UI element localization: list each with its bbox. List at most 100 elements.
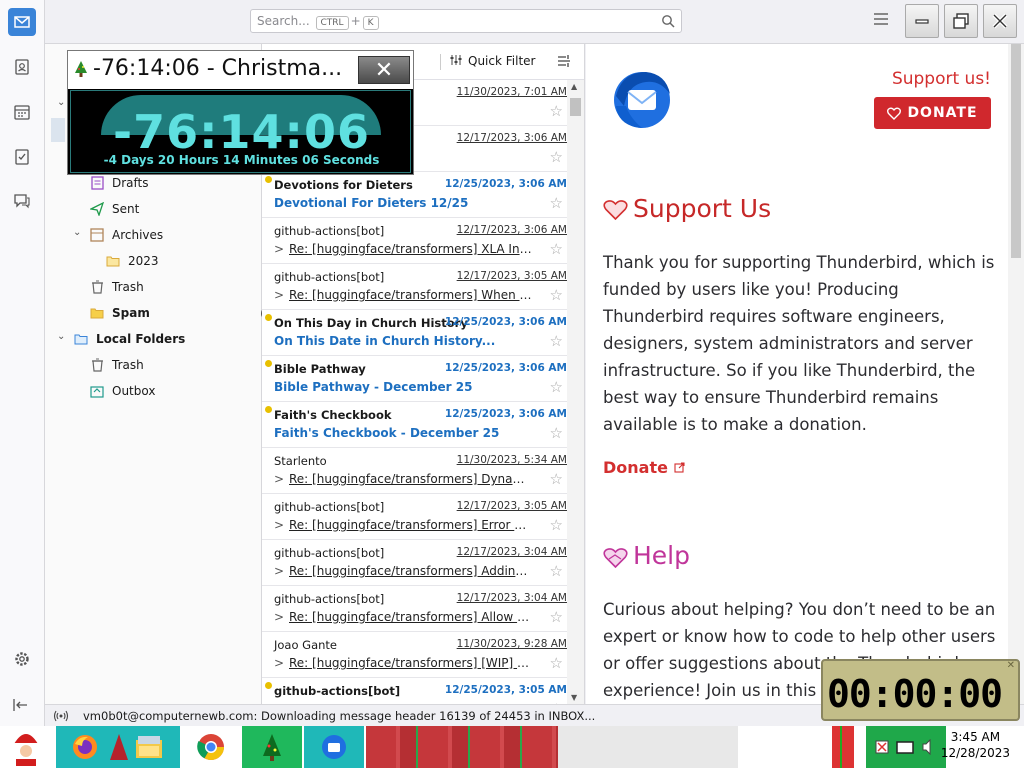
message-subject: Faith's Checkbook - December 25 <box>274 426 532 440</box>
folder-outbox[interactable]: Outbox <box>90 379 155 403</box>
message-row[interactable]: github-actions[bot] 12/17/2023, 3:05 AM > R… <box>262 264 567 310</box>
speaker-icon[interactable] <box>922 739 936 755</box>
santa-icon <box>13 731 41 766</box>
firefox-icon[interactable] <box>70 732 100 762</box>
star-icon[interactable]: ☆ <box>550 148 563 166</box>
file-explorer-icon[interactable] <box>134 732 164 762</box>
star-icon[interactable]: ☆ <box>550 286 563 304</box>
christmas-tree-icon <box>75 61 87 77</box>
message-row[interactable]: Bible Pathway 12/25/2023, 3:06 AM Bible Pa… <box>262 356 567 402</box>
message-row[interactable]: Starlento 11/30/2023, 5:34 AM > Re: [huggin… <box>262 448 567 494</box>
restore-icon <box>953 13 969 29</box>
star-icon[interactable]: ☆ <box>550 378 563 396</box>
countdown-titlebar[interactable]: -76:14:06 - Christma... ✕ <box>68 51 413 89</box>
message-sender: Devotions for Dieters <box>274 178 413 192</box>
folder-trash[interactable]: Trash <box>90 275 144 299</box>
countdown-taskbar-button[interactable] <box>242 726 302 768</box>
scroll-thumb[interactable] <box>570 98 581 116</box>
minimize-button[interactable] <box>905 4 939 38</box>
message-subject-text: Re: [huggingface/transformers] Dynamic..… <box>289 472 532 486</box>
countdown-window[interactable]: -76:14:06 - Christma... ✕ -76:14:06 -4 D… <box>67 50 414 175</box>
message-row[interactable]: github-actions[bot] 12/17/2023, 3:06 AM > R… <box>262 218 567 264</box>
chrome-taskbar-button[interactable] <box>188 726 234 768</box>
message-row[interactable]: Faith's Checkbook 12/25/2023, 3:06 AM Fait… <box>262 402 567 448</box>
message-row[interactable]: github-actions[bot] 12/17/2023, 3:04 AM > R… <box>262 586 567 632</box>
folder-spam[interactable]: Spam 521 <box>90 301 292 325</box>
quick-filter-button[interactable]: Quick Filter <box>450 54 535 68</box>
scroll-thumb[interactable] <box>1011 44 1021 258</box>
mail-space-button[interactable] <box>8 8 36 36</box>
settings-button[interactable] <box>8 645 36 673</box>
message-sender: github-actions[bot] <box>274 224 385 238</box>
folder-local-trash[interactable]: Trash <box>90 353 144 377</box>
folder-2023[interactable]: 2023 <box>106 249 159 273</box>
star-icon[interactable]: ☆ <box>550 562 563 580</box>
thread-chevron-icon[interactable]: > <box>274 564 289 578</box>
folder-label: Trash <box>112 358 144 372</box>
star-icon[interactable]: ☆ <box>550 470 563 488</box>
clock-time: 3:45 AM <box>950 730 1001 744</box>
archives-twisty[interactable]: ⌄ <box>73 227 81 238</box>
thread-chevron-icon[interactable]: > <box>274 472 289 486</box>
star-icon[interactable]: ☆ <box>550 332 563 350</box>
support-us-link[interactable]: Support us! <box>892 69 991 89</box>
star-icon[interactable]: ☆ <box>550 102 563 120</box>
chat-button[interactable] <box>8 187 36 215</box>
message-row[interactable]: Joao Gante 11/30/2023, 9:28 AM > Re: [huggi… <box>262 632 567 678</box>
network-icon[interactable] <box>896 739 914 755</box>
countdown-close-button[interactable]: ✕ <box>358 56 410 84</box>
thunderbird-taskbar-button[interactable] <box>304 726 364 768</box>
thread-chevron-icon[interactable]: > <box>274 518 289 532</box>
donate-link[interactable]: Donate <box>603 458 685 477</box>
close-button[interactable] <box>983 4 1017 38</box>
thread-chevron-icon[interactable]: > <box>274 656 289 670</box>
message-row[interactable]: github-actions[bot] 12/17/2023, 3:05 AM > R… <box>262 494 567 540</box>
stopwatch-close-icon[interactable]: ✕ <box>1007 660 1015 671</box>
flag-icon[interactable] <box>874 739 890 755</box>
star-icon[interactable]: ☆ <box>550 424 563 442</box>
donate-button[interactable]: DONATE <box>874 97 991 129</box>
list-options-button[interactable] <box>557 54 571 71</box>
message-date: 12/17/2023, 3:05 AM <box>456 500 567 512</box>
taskbar-clock[interactable]: 3:45 AM 12/28/2023 <box>941 729 1010 761</box>
scroll-up-arrow[interactable]: ▲ <box>571 82 577 91</box>
star-icon[interactable]: ☆ <box>550 516 563 534</box>
message-subject-text: Faith's Checkbook - December 25 <box>274 426 500 440</box>
message-date: 11/30/2023, 9:28 AM <box>456 638 567 650</box>
star-icon[interactable]: ☆ <box>550 240 563 258</box>
list-options-icon <box>558 55 570 67</box>
thread-chevron-icon[interactable]: > <box>274 610 289 624</box>
stopwatch-widget[interactable]: 00:00:00 ✕ <box>821 659 1020 721</box>
start-page-scrollbar[interactable] <box>1008 44 1024 704</box>
thread-chevron-icon[interactable]: > <box>274 288 289 302</box>
search-input[interactable]: Search... CTRL + K <box>250 9 682 33</box>
message-row[interactable]: github-actions[bot] 12/17/2023, 3:04 AM > R… <box>262 540 567 586</box>
tasks-button[interactable] <box>8 143 36 171</box>
ornament-icon <box>110 734 128 760</box>
message-row[interactable]: Devotions for Dieters 12/25/2023, 3:06 AM… <box>262 172 567 218</box>
online-status-icon[interactable] <box>53 710 69 722</box>
folder-archives[interactable]: Archives <box>90 223 163 247</box>
folder-sent[interactable]: Sent <box>90 197 139 221</box>
message-row[interactable]: github-actions[bot]12/25/2023, 3:05 AM☆ <box>262 678 567 704</box>
account-twisty[interactable]: ⌄ <box>57 97 65 108</box>
star-icon[interactable]: ☆ <box>550 194 563 212</box>
message-date: 12/17/2023, 3:04 AM <box>456 592 567 604</box>
taskbar-window-button[interactable] <box>366 726 558 768</box>
message-list-scrollbar[interactable]: ▲ ▼ <box>567 80 584 704</box>
start-button[interactable] <box>0 726 52 768</box>
star-icon[interactable]: ☆ <box>550 608 563 626</box>
star-icon[interactable]: ☆ <box>550 654 563 672</box>
scroll-down-arrow[interactable]: ▼ <box>571 693 577 702</box>
countdown-window-title: -76:14:06 - Christma... <box>93 56 343 81</box>
restore-button[interactable] <box>944 4 978 38</box>
message-row[interactable]: On This Day in Church History 12/25/2023,… <box>262 310 567 356</box>
folder-local-folders[interactable]: Local Folders <box>74 327 185 351</box>
collapse-spaces-button[interactable] <box>12 696 30 717</box>
local-folders-twisty[interactable]: ⌄ <box>57 331 65 342</box>
calendar-button[interactable] <box>8 98 36 126</box>
heart-icon <box>603 200 628 221</box>
thread-chevron-icon[interactable]: > <box>274 242 289 256</box>
address-book-button[interactable] <box>8 53 36 81</box>
app-menu-button[interactable] <box>874 13 888 25</box>
